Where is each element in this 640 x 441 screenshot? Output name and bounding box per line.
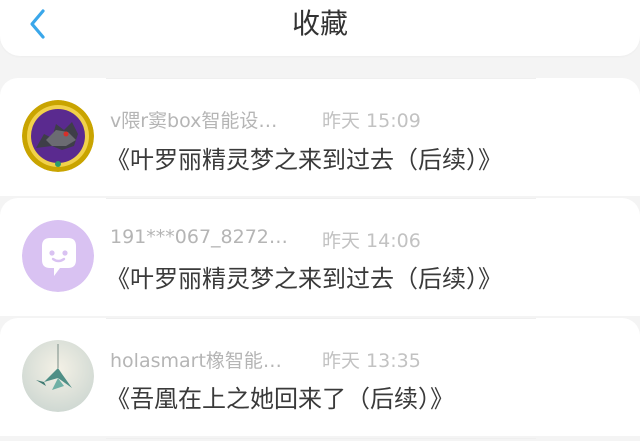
username: 191***067_8272… (110, 226, 288, 248)
avatar[interactable] (22, 100, 94, 172)
username: holasmart橡智能… (110, 350, 282, 372)
item-title[interactable]: 《叶罗丽精灵梦之来到过去（后续）》 (106, 259, 502, 294)
chat-bubble-avatar-image (22, 220, 94, 292)
timestamp: 昨天 13:35 (322, 350, 421, 372)
list-item[interactable] (0, 198, 640, 318)
dark-creature-avatar-image (22, 100, 94, 172)
paper-crane-avatar-image (22, 340, 94, 412)
list-item[interactable] (0, 318, 640, 438)
avatar[interactable] (22, 340, 94, 412)
page-title: 收藏 (291, 7, 348, 40)
timestamp: 昨天 15:09 (322, 110, 421, 132)
avatar[interactable] (22, 220, 94, 292)
top-bar: 收藏 (0, 0, 640, 56)
favorites-screen: 收藏 v隈r窦box智能设… 昨天 15:09 《叶罗丽精灵梦之来到过去（后续）… (0, 0, 640, 441)
list-item[interactable] (0, 78, 640, 198)
timestamp: 昨天 14:06 (322, 230, 421, 252)
username: v隈r窦box智能设… (110, 110, 278, 132)
item-title[interactable]: 《吾凰在上之她回来了（后续）》 (106, 379, 454, 414)
divider (106, 438, 536, 439)
item-title[interactable]: 《叶罗丽精灵梦之来到过去（后续）》 (106, 140, 502, 175)
